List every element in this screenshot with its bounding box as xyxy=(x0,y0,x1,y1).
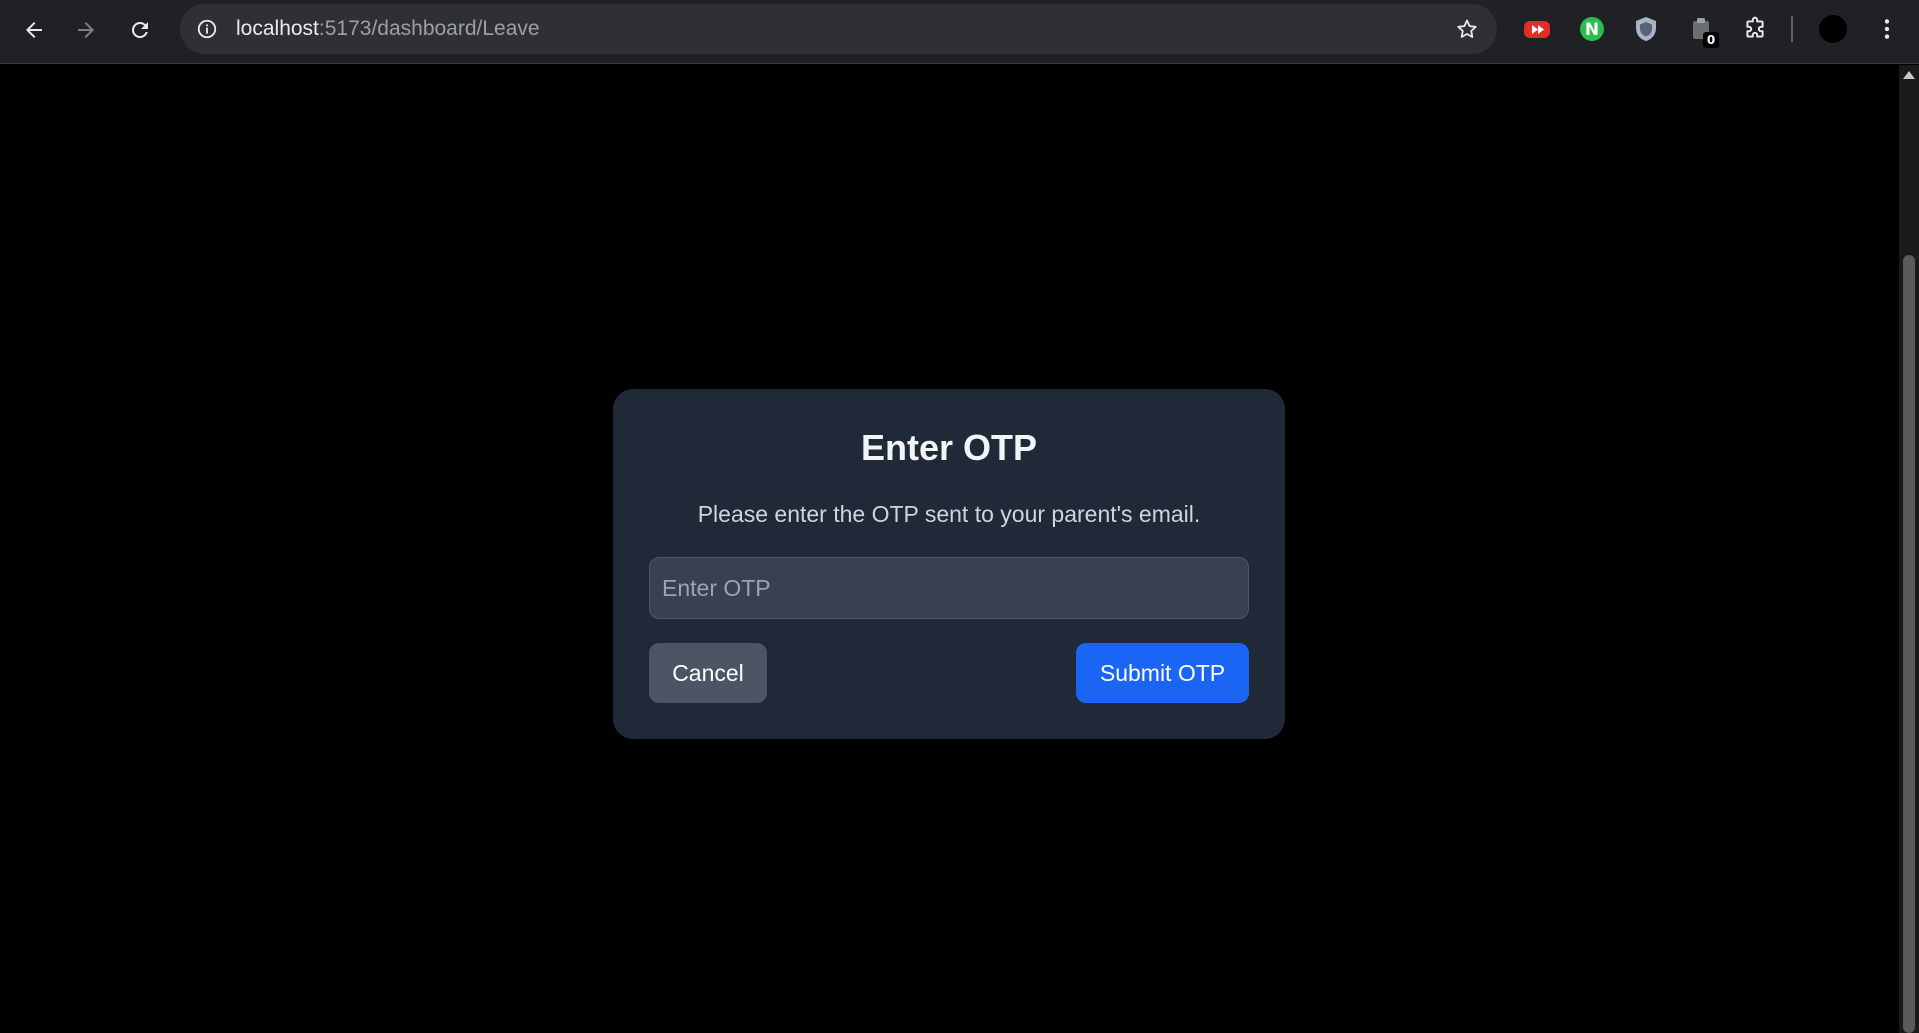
modal-title: Enter OTP xyxy=(860,427,1038,468)
reload-icon xyxy=(131,21,148,38)
submit-otp-button[interactable]: Submit OTP xyxy=(1076,643,1249,703)
svg-text:N: N xyxy=(1585,20,1599,40)
scroll-thumb[interactable] xyxy=(1903,255,1915,1033)
arrow-left-icon xyxy=(26,22,42,38)
shield-extension-icon[interactable] xyxy=(1631,14,1661,44)
puzzle-extensions-icon[interactable] xyxy=(1740,14,1770,44)
scroll-up-arrow-icon[interactable] xyxy=(1903,71,1915,79)
address-bar[interactable]: localhost:5173/dashboard/Leave xyxy=(180,4,1497,54)
n-extension-icon[interactable]: N xyxy=(1577,14,1607,44)
forward-button[interactable] xyxy=(66,10,106,50)
back-button[interactable] xyxy=(14,10,54,50)
bookmark-star-icon[interactable] xyxy=(1453,15,1481,43)
profile-avatar-icon[interactable] xyxy=(1818,14,1848,44)
arrow-right-icon xyxy=(78,22,94,38)
more-menu-icon[interactable] xyxy=(1872,14,1902,44)
browser-toolbar: localhost:5173/dashboard/Leave N 0 xyxy=(0,0,1919,64)
toolbar-divider xyxy=(1791,16,1793,42)
url-path: :5173/dashboard/Leave xyxy=(318,17,540,40)
cancel-button[interactable]: Cancel xyxy=(649,643,767,703)
otp-modal: Enter OTP Please enter the OTP sent to y… xyxy=(613,389,1285,739)
modal-description: Please enter the OTP sent to your parent… xyxy=(697,501,1201,527)
url-text[interactable]: localhost:5173/dashboard/Leave xyxy=(236,4,540,54)
url-host: localhost xyxy=(236,17,319,40)
extension-badge: 0 xyxy=(1703,32,1719,48)
clipboard-extension-icon[interactable]: 0 xyxy=(1687,14,1719,48)
site-info-icon[interactable] xyxy=(192,14,222,44)
vertical-scrollbar[interactable] xyxy=(1899,65,1919,1033)
otp-input[interactable] xyxy=(649,557,1249,619)
reload-button[interactable] xyxy=(120,10,160,50)
video-speed-extension-icon[interactable] xyxy=(1522,14,1552,44)
